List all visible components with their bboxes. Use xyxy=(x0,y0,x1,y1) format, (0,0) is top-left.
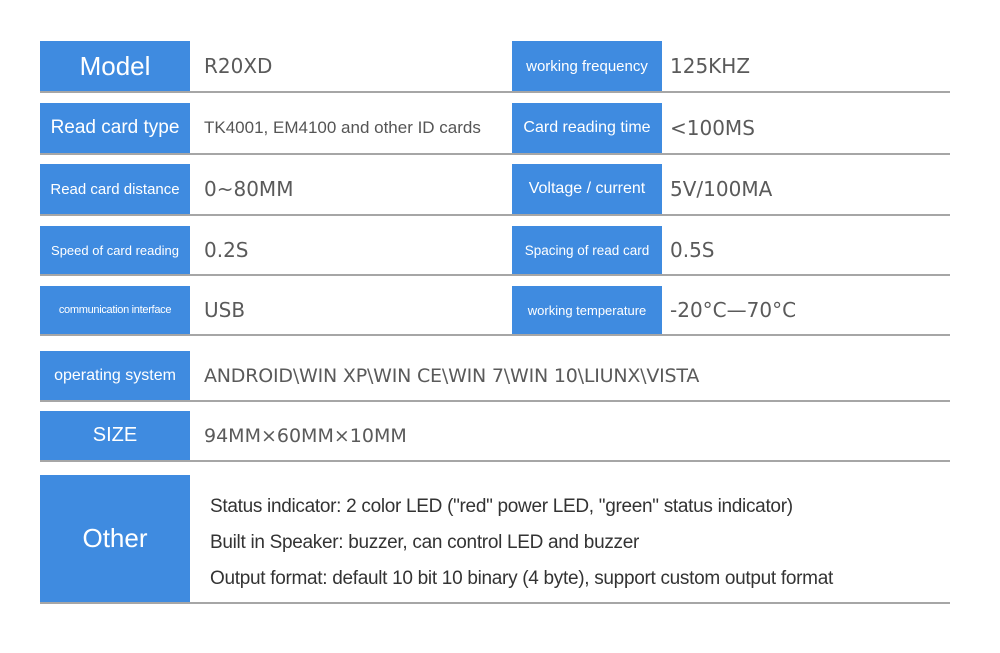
spec-row-read-card-type: Read card type TK4001, EM4100 and other … xyxy=(40,103,950,155)
spec-row-other: Other Status indicator: 2 color LED ("re… xyxy=(40,475,950,604)
spec-value-model: R20XD xyxy=(204,54,273,78)
spec-label-working-frequency: working frequency xyxy=(512,41,662,91)
other-line-status-indicator: Status indicator: 2 color LED ("red" pow… xyxy=(210,496,793,517)
spec-label-size: SIZE xyxy=(40,411,190,460)
spec-value-spacing-of-read-card: 0.5S xyxy=(670,238,715,262)
other-details: Status indicator: 2 color LED ("red" pow… xyxy=(210,489,833,597)
spec-label-read-card-type: Read card type xyxy=(40,103,190,153)
spec-label-card-reading-time: Card reading time xyxy=(512,103,662,153)
spec-row-size: SIZE 94MM×60MM×10MM xyxy=(40,411,950,462)
spec-value-size: 94MM×60MM×10MM xyxy=(204,424,407,447)
spec-label-spacing-of-read-card: Spacing of read card xyxy=(512,226,662,274)
spec-label-speed-of-card-reading: Speed of card reading xyxy=(40,226,190,274)
spec-row-communication-interface: communication interface USB working temp… xyxy=(40,286,950,336)
spec-label-operating-system: operating system xyxy=(40,351,190,400)
spec-label-communication-interface: communication interface xyxy=(40,286,190,334)
spec-label-model: Model xyxy=(40,41,190,91)
spec-value-read-card-distance: 0~80MM xyxy=(204,177,294,201)
other-line-built-in-speaker: Built in Speaker: buzzer, can control LE… xyxy=(210,532,640,553)
spec-value-read-card-type: TK4001, EM4100 and other ID cards xyxy=(204,118,481,137)
spec-value-working-temperature: -20°C—70°C xyxy=(670,298,797,322)
spec-label-working-temperature: working temperature xyxy=(512,286,662,334)
spec-value-speed-of-card-reading: 0.2S xyxy=(204,238,249,262)
spec-row-speed-of-card-reading: Speed of card reading 0.2S Spacing of re… xyxy=(40,226,950,276)
spec-row-model: Model R20XD working frequency 125KHZ xyxy=(40,41,950,93)
spec-label-other: Other xyxy=(40,475,190,602)
other-line-output-format: Output format: default 10 bit 10 binary … xyxy=(210,568,833,589)
spec-value-working-frequency: 125KHZ xyxy=(670,54,751,78)
spec-value-card-reading-time: <100MS xyxy=(670,116,755,140)
spec-row-read-card-distance: Read card distance 0~80MM Voltage / curr… xyxy=(40,164,950,216)
spec-row-operating-system: operating system ANDROID\WIN XP\WIN CE\W… xyxy=(40,351,950,402)
spec-value-communication-interface: USB xyxy=(204,298,246,322)
spec-value-voltage-current: 5V/100MA xyxy=(670,177,773,201)
spec-label-read-card-distance: Read card distance xyxy=(40,164,190,214)
spec-value-operating-system: ANDROID\WIN XP\WIN CE\WIN 7\WIN 10\LIUNX… xyxy=(204,364,700,387)
spec-label-voltage-current: Voltage / current xyxy=(512,164,662,214)
